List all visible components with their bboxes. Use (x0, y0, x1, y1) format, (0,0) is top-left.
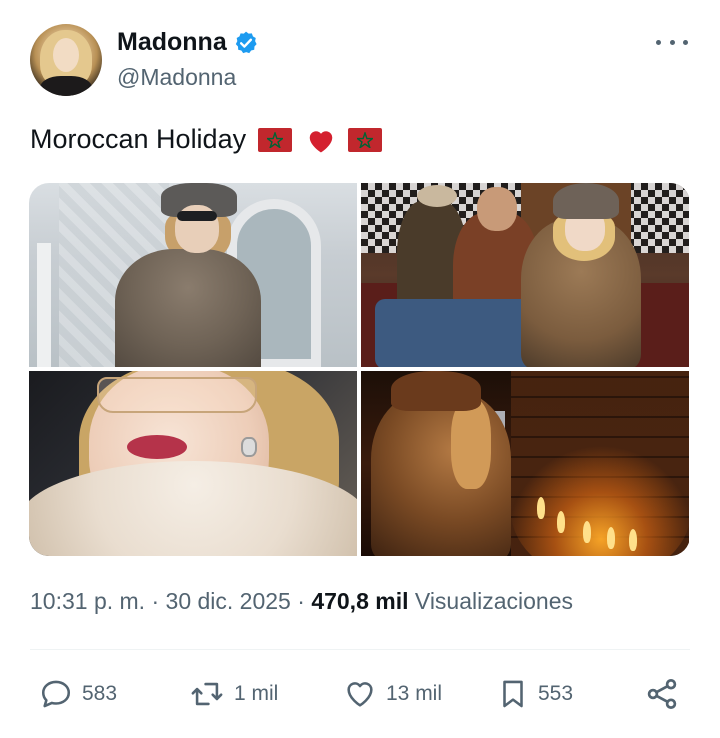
more-dot (669, 39, 675, 45)
verified-badge-icon (235, 31, 257, 53)
red-heart-icon (309, 130, 333, 152)
share-icon (647, 679, 677, 709)
more-dot (683, 39, 688, 45)
flag-morocco-icon (258, 127, 293, 152)
display-name-row[interactable]: Madonna (117, 28, 259, 57)
more-dot (656, 39, 661, 45)
person-left-cap (417, 185, 457, 207)
more-icon[interactable] (656, 32, 688, 52)
candle-flame (537, 497, 545, 519)
jeans (375, 299, 545, 367)
like-count: 13 mil (386, 682, 443, 705)
candle-flame (629, 529, 637, 551)
meta-separator: · (290, 588, 312, 614)
repost-button[interactable]: 1 mil (188, 672, 278, 716)
display-name[interactable]: Madonna (117, 28, 227, 57)
photo-woman-fur-coat-palace[interactable] (29, 183, 357, 367)
views-count: 470,8 mil (311, 588, 409, 614)
glasses (97, 377, 257, 413)
action-bar: 583 1 mil 13 mil 553 (30, 672, 690, 716)
avatar-collar (40, 76, 92, 96)
earring (241, 437, 257, 457)
like-button[interactable]: 13 mil (342, 672, 442, 716)
sunglasses (177, 211, 217, 221)
fur-hat (391, 371, 481, 411)
reply-button[interactable]: 583 (38, 672, 117, 716)
hair (451, 399, 491, 489)
person-coat (371, 391, 511, 556)
repost-count: 1 mil (234, 682, 279, 705)
tweet-text: Moroccan Holiday (30, 124, 383, 155)
photo-group-seated-drinks[interactable] (361, 183, 689, 367)
tweet-date[interactable]: 30 dic. 2025 (166, 588, 291, 614)
candle-flame (607, 527, 615, 549)
person-middle-face (477, 187, 517, 231)
tweet-header: Madonna @Madonna (30, 24, 690, 96)
column (37, 243, 51, 367)
lips (127, 435, 187, 459)
like-icon (347, 682, 373, 707)
divider (30, 649, 690, 650)
person-right-hat (553, 183, 619, 219)
repost-icon (191, 682, 223, 706)
bookmark-button[interactable]: 553 (496, 672, 573, 716)
handle[interactable]: @Madonna (117, 64, 236, 91)
photo-candles-fireplace[interactable] (361, 371, 689, 556)
tweet-meta: 10:31 p. m. · 30 dic. 2025 · 470,8 mil V… (30, 588, 573, 615)
bookmark-icon (503, 680, 523, 708)
meta-separator: · (145, 588, 166, 614)
reply-icon (41, 680, 71, 708)
share-button[interactable] (644, 672, 680, 716)
avatar[interactable] (30, 24, 102, 96)
candle-flame (557, 511, 565, 533)
reply-count: 583 (82, 682, 118, 705)
fur-collar (29, 461, 357, 556)
avatar-face (53, 38, 79, 72)
flag-morocco-icon (348, 127, 383, 152)
views-label: Visualizaciones (414, 588, 574, 614)
bookmark-count: 553 (538, 682, 574, 705)
media-grid (29, 183, 690, 556)
tweet-text-content: Moroccan Holiday (30, 124, 247, 154)
photo-closeup-fur-collar[interactable] (29, 371, 357, 556)
candle-flame (583, 521, 591, 543)
fur-coat (115, 249, 261, 367)
tweet-time[interactable]: 10:31 p. m. (30, 588, 145, 614)
